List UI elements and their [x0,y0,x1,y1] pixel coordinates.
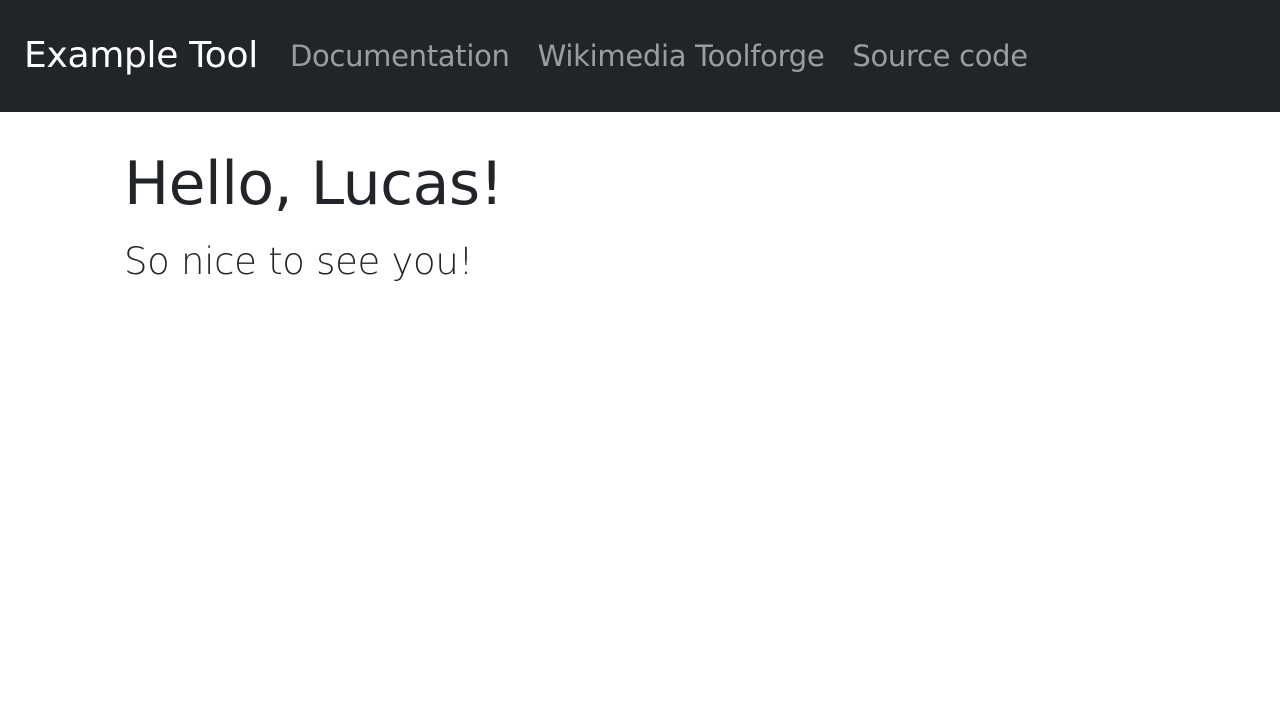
nav-link-source-code[interactable]: Source code [852,39,1028,74]
main-content: Hello, Lucas! So nice to see you! [124,112,1156,284]
lead-text: So nice to see you! [124,240,474,283]
top-navbar: Example Tool Documentation Wikimedia Too… [0,0,1280,112]
page-title: Hello, Lucas! [124,149,504,219]
nav-links: Documentation Wikimedia Toolforge Source… [290,39,1056,74]
brand-link[interactable]: Example Tool [24,34,258,77]
nav-link-toolforge[interactable]: Wikimedia Toolforge [538,39,825,74]
nav-link-documentation[interactable]: Documentation [290,39,510,74]
